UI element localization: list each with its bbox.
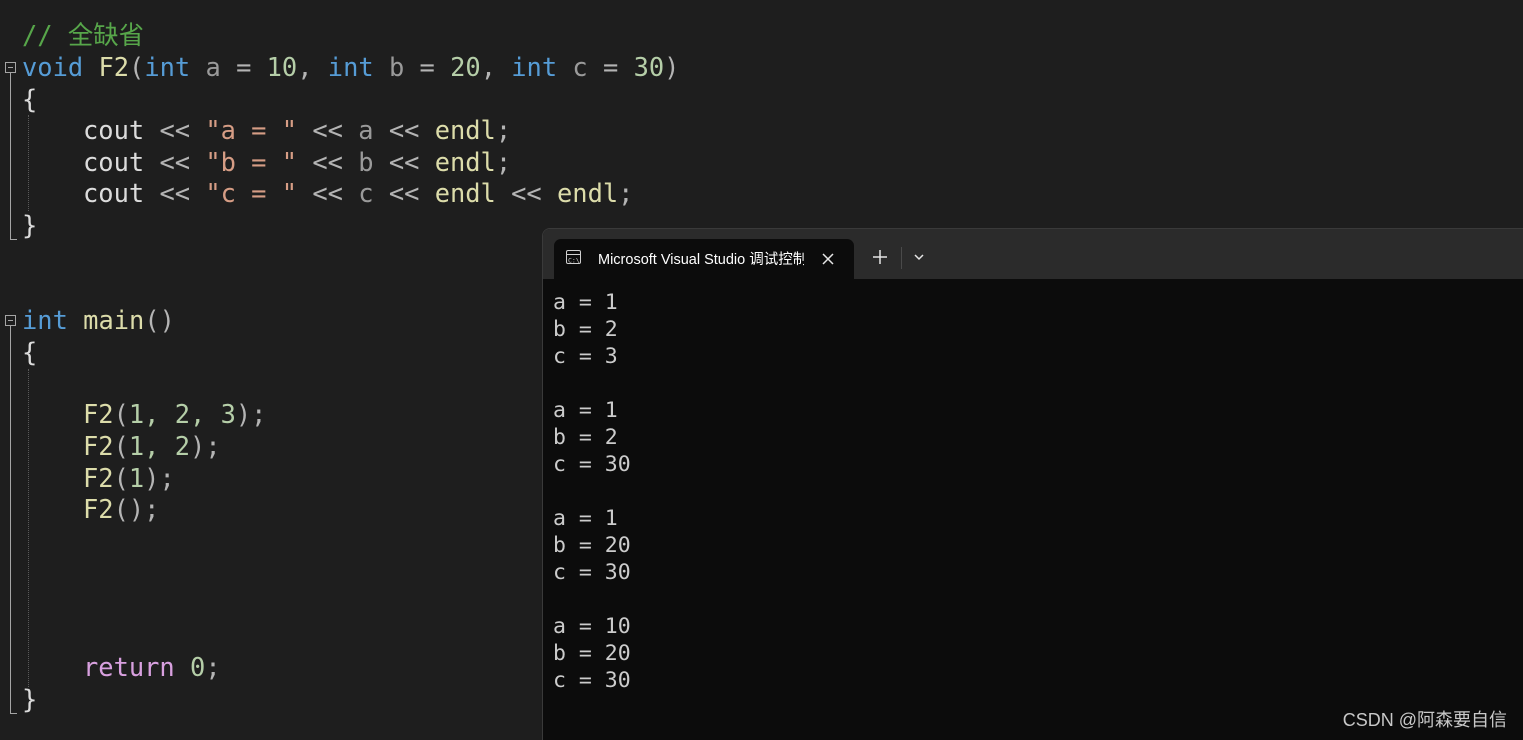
output-line: a = 1: [553, 398, 618, 423]
output-line: a = 10: [553, 614, 631, 639]
param-type-a: int: [144, 52, 191, 82]
kw-return: return: [83, 652, 175, 682]
endl-token: endl: [434, 178, 496, 208]
param-type-b: int: [327, 52, 374, 82]
screenshot-stage: // 全缺省 void F2(int a = 10, int b = 20, i…: [0, 0, 1523, 740]
call-args: 1, 2, 3: [128, 399, 236, 429]
param-type-c: int: [511, 52, 558, 82]
fn-name-main: main: [83, 305, 145, 335]
code-line-main-signature: int main(): [22, 304, 175, 336]
svg-text:C:\: C:\: [568, 257, 580, 264]
op-token: <<: [159, 178, 191, 208]
op-token: <<: [312, 115, 343, 145]
call-fn-name: F2: [83, 431, 114, 461]
output-line: c = 3: [553, 344, 618, 369]
semicolon: ;: [495, 115, 512, 145]
semicolon: ;: [618, 178, 634, 208]
call-fn-name: F2: [83, 494, 114, 524]
op-token: <<: [312, 147, 343, 177]
code-line-cout-a: cout << "a = " << a << endl;: [22, 114, 511, 146]
var-token: b: [358, 147, 374, 177]
string-literal: "a = ": [205, 115, 298, 145]
fold-end-main: [10, 713, 17, 714]
kw-int: int: [22, 305, 68, 335]
fn-name-f2: F2: [98, 52, 130, 82]
param-name-a: a: [205, 52, 221, 82]
chevron-down-icon[interactable]: [907, 245, 931, 269]
code-line-return: return 0;: [22, 651, 221, 683]
code-brace-close-f2: }: [22, 210, 38, 240]
code-line-call-3: F2(1);: [83, 463, 175, 493]
output-line: c = 30: [553, 668, 631, 693]
var-token: a: [358, 115, 374, 145]
cout-token: cout: [83, 147, 145, 177]
output-line: b = 20: [553, 641, 631, 666]
paren-open: (: [129, 52, 145, 82]
collapse-main-icon[interactable]: [5, 315, 16, 326]
string-literal: "c = ": [205, 178, 298, 208]
cout-token: cout: [83, 178, 145, 208]
string-literal: "b = ": [205, 147, 298, 177]
param-default-a: 10: [266, 52, 298, 82]
code-line-call-1: F2(1, 2, 3);: [83, 399, 267, 429]
plus-icon[interactable]: [868, 245, 892, 269]
output-line: b = 2: [553, 425, 618, 450]
parens: (): [144, 305, 175, 335]
op-token: <<: [388, 115, 420, 145]
param-default-b: 20: [450, 52, 481, 82]
titlebar-divider: [901, 247, 902, 269]
endl-token: endl: [434, 115, 496, 145]
output-line: c = 30: [553, 452, 631, 477]
terminal-titlebar[interactable]: C:\ Microsoft Visual Studio 调试控制台: [543, 229, 1523, 279]
call-fn-name: F2: [83, 463, 114, 493]
code-brace-open-main: {: [22, 337, 38, 367]
output-line: c = 30: [553, 560, 631, 585]
call-args: 1: [128, 463, 145, 493]
call-args: 1, 2: [128, 431, 191, 461]
paren-close: ): [664, 52, 680, 82]
tab-title: Microsoft Visual Studio 调试控制台: [598, 252, 804, 268]
endl-token: endl: [434, 147, 496, 177]
code-line-call-4: F2();: [83, 494, 160, 524]
cout-token: cout: [83, 115, 145, 145]
param-name-c: c: [572, 52, 588, 82]
close-icon[interactable]: [817, 248, 839, 270]
debug-console-window[interactable]: C:\ Microsoft Visual Studio 调试控制台 a = 1 …: [542, 228, 1523, 740]
param-default-c: 30: [633, 52, 665, 82]
output-line: a = 1: [553, 506, 618, 531]
code-brace-open-f2: {: [22, 84, 38, 114]
collapse-f2-icon[interactable]: [5, 62, 16, 73]
output-line: b = 2: [553, 317, 618, 342]
op-token: <<: [388, 147, 420, 177]
code-line-cout-c: cout << "c = " << c << endl << endl;: [22, 177, 633, 209]
fold-line-f2: [10, 73, 11, 239]
op-token: <<: [159, 115, 191, 145]
semicolon: ;: [205, 652, 221, 682]
param-name-b: b: [388, 52, 405, 82]
op-token: <<: [388, 178, 420, 208]
csdn-watermark: CSDN @阿森要自信: [1342, 710, 1507, 730]
op-token: <<: [312, 178, 343, 208]
return-value: 0: [190, 652, 206, 682]
fold-end-f2: [10, 239, 17, 240]
fold-line-main: [10, 326, 11, 713]
code-line-cout-b: cout << "b = " << b << endl;: [22, 146, 511, 178]
code-line-f2-signature: void F2(int a = 10, int b = 20, int c = …: [22, 52, 680, 82]
output-line: a = 1: [553, 290, 618, 315]
code-line-call-2: F2(1, 2);: [83, 431, 221, 461]
code-brace-close-main: }: [22, 684, 38, 714]
endl-token: endl: [557, 178, 619, 208]
call-fn-name: F2: [83, 399, 114, 429]
output-line: b = 20: [553, 533, 631, 558]
semicolon: ;: [495, 147, 512, 177]
terminal-tab[interactable]: C:\ Microsoft Visual Studio 调试控制台: [554, 239, 854, 279]
op-token: <<: [159, 147, 191, 177]
op-token: <<: [511, 178, 542, 208]
kw-void: void: [22, 52, 84, 82]
code-comment: // 全缺省: [22, 20, 145, 50]
var-token: c: [358, 178, 374, 208]
console-app-icon: C:\: [566, 250, 581, 264]
